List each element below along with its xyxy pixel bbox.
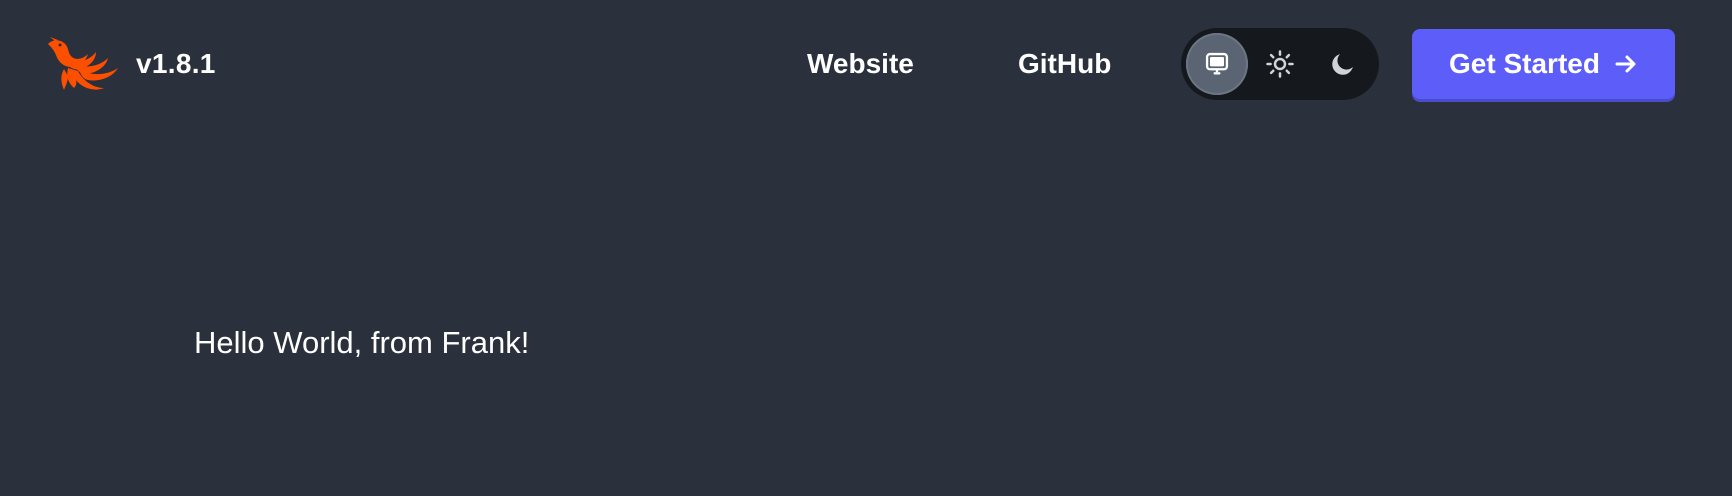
arrow-right-icon [1614, 52, 1638, 76]
page: v1.8.1 Website GitHub Get Started Hello … [0, 0, 1732, 496]
theme-toggle [1181, 28, 1379, 100]
get-started-button[interactable]: Get Started [1412, 29, 1675, 99]
version-label: v1.8.1 [136, 48, 216, 79]
nav-link-website[interactable]: Website [807, 44, 914, 84]
brand-link[interactable]: v1.8.1 [46, 36, 216, 92]
theme-light-button[interactable] [1249, 33, 1311, 95]
moon-icon [1332, 54, 1353, 75]
greeting-text: Hello World, from Frank! [194, 325, 530, 360]
navbar: v1.8.1 Website GitHub Get Started [0, 0, 1732, 130]
theme-system-button[interactable] [1186, 33, 1248, 95]
monitor-icon [1205, 52, 1229, 75]
get-started-label: Get Started [1449, 48, 1600, 79]
nav-link-github[interactable]: GitHub [1018, 44, 1111, 84]
phoenix-logo-icon [48, 37, 118, 90]
sun-icon [1266, 50, 1294, 78]
theme-dark-button[interactable] [1312, 33, 1374, 95]
